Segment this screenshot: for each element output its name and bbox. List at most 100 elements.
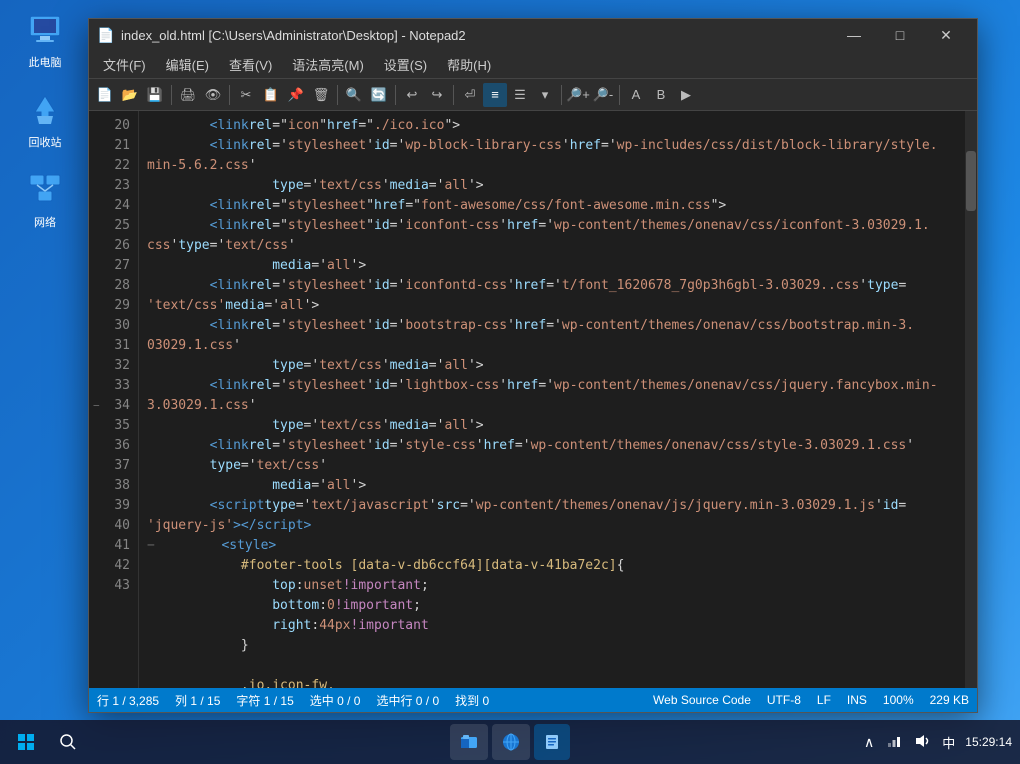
code-line-25: media='all'> <box>139 255 965 275</box>
code-line-21b: min-5.6.2.css' <box>139 155 965 175</box>
code-line-31b: type='text/css' <box>139 455 965 475</box>
menu-bar: 文件(F) 编辑(E) 查看(V) 语法高亮(M) 设置(S) 帮助(H) <box>89 51 977 79</box>
status-selection: 选中 0 / 0 <box>310 692 361 709</box>
taskbar-right: ∧ 中 15:29:14 <box>860 731 1012 754</box>
line-num-26: 26 <box>89 235 138 255</box>
toolbar-macro[interactable]: ▶ <box>674 83 698 107</box>
line-num-37: 37 <box>89 455 138 475</box>
toolbar-delete[interactable]: 🗑 <box>309 83 333 107</box>
window-title: index_old.html [C:\Users\Administrator\D… <box>121 28 823 43</box>
toolbar-scheme2[interactable]: B <box>649 83 673 107</box>
status-right: Web Source Code UTF-8 LF INS 100% 229 KB <box>653 693 969 707</box>
line-num-43: 43 <box>89 575 138 595</box>
vertical-scrollbar[interactable] <box>965 111 977 688</box>
toolbar-zoomin[interactable]: 🔎+ <box>566 83 590 107</box>
toolbar-active[interactable]: ≡ <box>483 83 507 107</box>
code-line-36: top: unset !important; <box>139 575 965 595</box>
toolbar-wrap[interactable]: ⏎ <box>458 83 482 107</box>
network-icon <box>25 170 65 210</box>
toolbar-paste[interactable]: 📌 <box>284 83 308 107</box>
menu-help[interactable]: 帮助(H) <box>437 51 501 78</box>
taskbar-browser[interactable] <box>492 724 530 760</box>
toolbar-scheme1[interactable]: A <box>624 83 648 107</box>
code-line-33: <script type='text/javascript' src='wp-c… <box>139 495 965 515</box>
status-found: 找到 0 <box>455 692 489 709</box>
toolbar-replace[interactable]: 🔄 <box>367 83 391 107</box>
toolbar-sep1 <box>171 85 172 105</box>
search-button[interactable] <box>50 724 86 760</box>
time-display[interactable]: 15:29:14 <box>965 734 1012 751</box>
line-num-29: 29 <box>89 295 138 315</box>
menu-view[interactable]: 查看(V) <box>219 51 282 78</box>
toolbar-print[interactable]: 🖨 <box>176 83 200 107</box>
scrollbar-thumb[interactable] <box>966 151 976 211</box>
maximize-button[interactable]: □ <box>877 19 923 51</box>
taskbar: ∧ 中 15:29:14 <box>0 720 1020 764</box>
menu-file[interactable]: 文件(F) <box>93 51 156 78</box>
code-line-24: <link rel="stylesheet" id='iconfont-css'… <box>139 215 965 235</box>
desktop-icon-mypc[interactable]: 此电脑 <box>10 10 80 70</box>
status-zoom: 100% <box>883 693 914 707</box>
line-num-28: 28 <box>89 275 138 295</box>
code-content[interactable]: <link rel="icon" href="./ico.ico"> <link… <box>139 111 965 688</box>
notepad-icon: 📄 <box>97 27 113 43</box>
code-line-35: #footer-tools [data-v-db6ccf64][data-v-4… <box>139 555 965 575</box>
menu-settings[interactable]: 设置(S) <box>374 51 437 78</box>
recycle-icon <box>25 90 65 130</box>
toolbar-printprev[interactable]: 👁 <box>201 83 225 107</box>
toolbar-save[interactable]: 💾 <box>143 83 167 107</box>
desktop-icon-network[interactable]: 网络 <box>10 170 80 230</box>
code-line-30: type='text/css' media='all'> <box>139 415 965 435</box>
start-button[interactable] <box>8 724 44 760</box>
code-line-31: <link rel='stylesheet' id='style-css' hr… <box>139 435 965 455</box>
line-numbers: 20 21 22 23 24 25 26 27 28 29 30 31 32 3… <box>89 111 139 688</box>
line-num-22: 22 <box>89 155 138 175</box>
toolbar-zoomout[interactable]: 🔎- <box>591 83 615 107</box>
notepad-window: 📄 index_old.html [C:\Users\Administrator… <box>88 18 978 713</box>
code-line-29b: 3.03029.1.css' <box>139 395 965 415</box>
taskbar-explorer[interactable] <box>450 724 488 760</box>
line-num-23: 23 <box>89 175 138 195</box>
toolbar-list[interactable]: ☰ <box>508 83 532 107</box>
menu-syntax[interactable]: 语法高亮(M) <box>282 51 374 78</box>
taskbar-center <box>450 724 570 760</box>
status-col: 列 1 / 15 <box>175 692 220 709</box>
toolbar-copy[interactable]: 📋 <box>259 83 283 107</box>
line-num-36: 36 <box>89 435 138 455</box>
code-line-27: <link rel='stylesheet' id='bootstrap-css… <box>139 315 965 335</box>
toolbar-sep2 <box>229 85 230 105</box>
code-line-32: media='all'> <box>139 475 965 495</box>
tray-ime[interactable]: 中 <box>938 731 959 754</box>
taskbar-left <box>8 724 86 760</box>
status-bar: 行 1 / 3,285 列 1 / 15 字符 1 / 15 选中 0 / 0 … <box>89 688 977 712</box>
mypc-icon <box>25 10 65 50</box>
status-sellines: 选中行 0 / 0 <box>376 692 439 709</box>
close-button[interactable]: ✕ <box>923 19 969 51</box>
tray-network[interactable] <box>882 731 906 754</box>
desktop-icon-recycle-label: 回收站 <box>29 134 62 150</box>
toolbar-cut[interactable]: ✂ <box>234 83 258 107</box>
toolbar-sep4 <box>395 85 396 105</box>
code-line-29: <link rel='stylesheet' id='lightbox-css'… <box>139 375 965 395</box>
tray-chevron[interactable]: ∧ <box>860 732 878 753</box>
toolbar-redo[interactable]: ↪ <box>425 83 449 107</box>
minimize-button[interactable]: — <box>831 19 877 51</box>
code-area: 20 21 22 23 24 25 26 27 28 29 30 31 32 3… <box>89 111 977 688</box>
line-num-33: 33 <box>89 375 138 395</box>
status-lang: Web Source Code <box>653 693 751 707</box>
tray-volume[interactable] <box>910 731 934 754</box>
menu-edit[interactable]: 编辑(E) <box>156 51 219 78</box>
toolbar-undo[interactable]: ↩ <box>400 83 424 107</box>
toolbar-newfile[interactable]: 📄 <box>93 83 117 107</box>
line-num-31: 31 <box>89 335 138 355</box>
code-line-34: − <style> <box>139 535 965 555</box>
toolbar-listmore[interactable]: ▾ <box>533 83 557 107</box>
toolbar-open[interactable]: 📂 <box>118 83 142 107</box>
status-char: 字符 1 / 15 <box>236 692 293 709</box>
toolbar: 📄 📂 💾 🖨 👁 ✂ 📋 📌 🗑 🔍 🔄 ↩ ↪ ⏎ ≡ ☰ ▾ 🔎+ 🔎 <box>89 79 977 111</box>
desktop-icon-recycle[interactable]: 回收站 <box>10 90 80 150</box>
taskbar-notepad2[interactable] <box>534 724 570 760</box>
status-size: 229 KB <box>930 693 969 707</box>
desktop: 此电脑 回收站 网络 <box>0 0 1020 764</box>
toolbar-find[interactable]: 🔍 <box>342 83 366 107</box>
